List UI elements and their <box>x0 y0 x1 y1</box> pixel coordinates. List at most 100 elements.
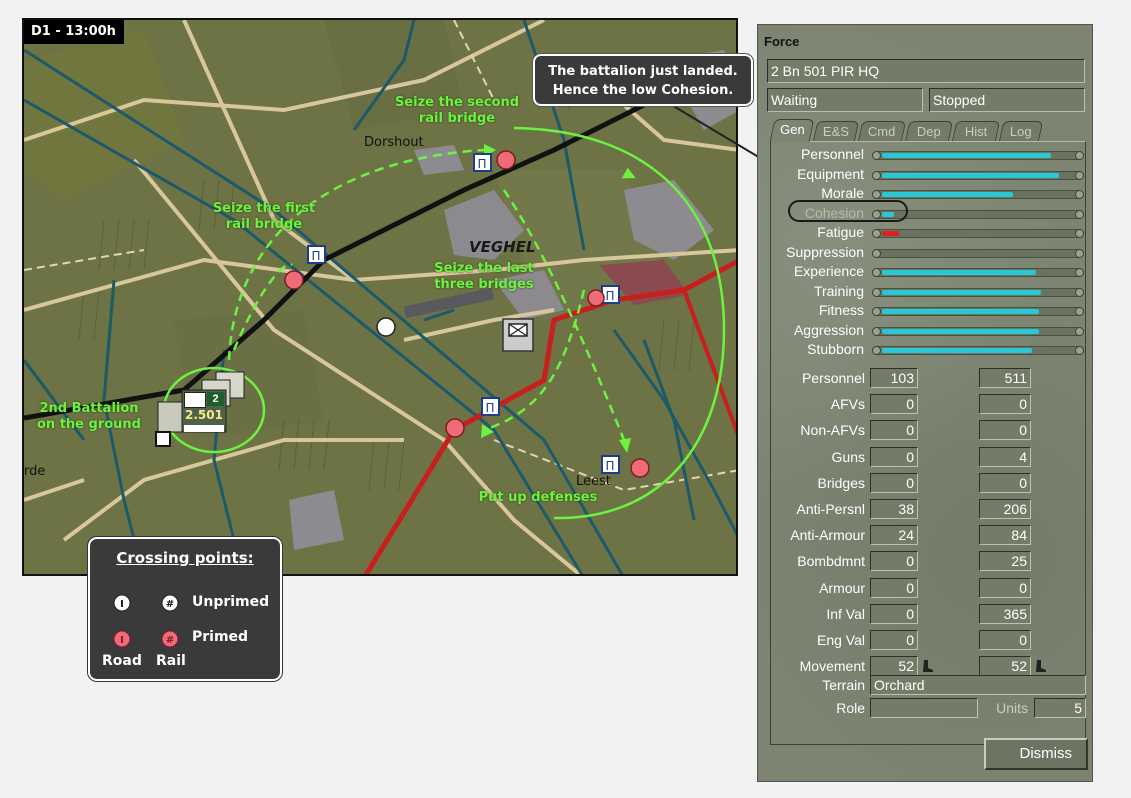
stat-label-nonafvs: Non-AFVs <box>800 422 865 439</box>
force-panel: Force 2 Bn 501 PIR HQ Waiting Stopped Ge… <box>757 24 1093 782</box>
stat-max: 84 <box>979 525 1031 546</box>
stat-current: 0 <box>870 420 918 441</box>
bar-aggression <box>872 326 1084 336</box>
tab-label: Dep <box>916 124 941 139</box>
bar-label-fatigue: Fatigue <box>817 224 864 240</box>
stat-current: 52 <box>870 656 918 677</box>
bar-end-knob <box>1075 287 1084 297</box>
bar-end-knob <box>1075 307 1084 316</box>
bar-end-knob <box>872 170 881 180</box>
legend-primed: Primed <box>192 629 249 645</box>
tab-hist[interactable]: Hist <box>951 121 1001 142</box>
bar-end-knob <box>872 307 881 316</box>
rail-primed-icon: # <box>161 630 179 648</box>
bar-experience <box>872 268 1084 277</box>
bar-label-equipment: Equipment <box>797 165 864 182</box>
bar-equipment <box>872 170 1084 180</box>
bar-suppression <box>872 248 1084 258</box>
stat-max: 52 <box>979 656 1031 677</box>
bar-fill <box>882 153 1051 158</box>
bar-fill <box>882 172 1059 178</box>
unit-name-field: 2 Bn 501 PIR HQ <box>767 59 1085 83</box>
bar-fill <box>882 270 1036 275</box>
bar-end-knob <box>1075 151 1084 160</box>
stat-label-guns: Guns <box>831 448 865 465</box>
bar-end-knob <box>872 229 881 238</box>
cohesion-highlight <box>788 200 908 222</box>
bar-fitness <box>872 307 1084 316</box>
bar-label-suppression: Suppression <box>786 243 864 260</box>
tab-label: Gen <box>779 122 805 137</box>
status-right-field: Stopped <box>929 88 1085 112</box>
svg-text:#: # <box>166 635 174 646</box>
stat-current: 0 <box>870 630 918 650</box>
stat-current: 0 <box>870 446 918 467</box>
stat-current: 38 <box>870 499 918 519</box>
stat-max: 25 <box>979 551 1031 572</box>
dismiss-button[interactable]: Dismiss <box>984 738 1088 770</box>
bar-personnel <box>872 151 1084 160</box>
stat-label-antiarmour: Anti-Armour <box>790 527 865 544</box>
cohesion-callout: The battalion just landed. Hence the low… <box>533 54 753 106</box>
crossing-points-legend: Crossing points: I # Unprimed I # Primed… <box>88 537 282 681</box>
tab-label: Log <box>1010 124 1032 139</box>
bar-label-stubborn: Stubborn <box>807 341 864 357</box>
stat-max: 511 <box>979 368 1031 388</box>
stat-max: 4 <box>979 446 1031 467</box>
bar-end-knob <box>872 346 881 355</box>
road-unprimed-icon: I <box>113 594 131 612</box>
tab-label: E&S <box>822 124 849 139</box>
bar-end-knob <box>1075 326 1084 336</box>
stat-label-afvs: AFVs <box>830 396 865 413</box>
tab-label: Cmd <box>868 124 896 139</box>
status-left-field: Waiting <box>767 88 923 112</box>
stat-max: 206 <box>979 499 1031 519</box>
stat-max: 0 <box>979 394 1031 415</box>
bar-end-knob <box>872 268 881 277</box>
stat-max: 0 <box>979 472 1031 493</box>
stat-current: 103 <box>870 368 918 388</box>
bar-fill <box>882 309 1040 314</box>
road-primed-icon: I <box>113 630 131 648</box>
panel-title: Force <box>764 34 800 49</box>
bar-end-knob <box>1075 268 1084 277</box>
role-label: Role <box>836 700 865 716</box>
stat-current: 0 <box>870 472 918 493</box>
stat-current: 24 <box>870 525 918 546</box>
svg-text:I: I <box>120 599 124 610</box>
tab-cmd[interactable]: Cmd <box>857 121 907 142</box>
terrain-label: Terrain <box>822 677 865 693</box>
bar-stubborn <box>872 346 1084 355</box>
legend-title: Crossing points: <box>116 549 254 567</box>
stat-label-bombdmnt: Bombdmnt <box>797 553 865 570</box>
boot-icon <box>1034 659 1047 673</box>
tab-es[interactable]: E&S <box>812 121 860 142</box>
tab-log[interactable]: Log <box>998 121 1044 142</box>
stat-current: 0 <box>870 577 918 598</box>
stat-max: 0 <box>979 630 1031 650</box>
stat-max: 0 <box>979 577 1031 598</box>
stat-label-infval: Inf Val <box>826 605 865 622</box>
bar-label-experience: Experience <box>793 263 864 279</box>
boot-icon <box>921 659 934 673</box>
stat-label-bridges: Bridges <box>817 474 865 491</box>
tab-gen[interactable]: Gen <box>769 119 815 142</box>
rail-unprimed-icon: # <box>161 594 179 612</box>
bar-morale <box>872 190 1084 199</box>
bar-end-knob <box>1075 248 1084 258</box>
bar-end-knob <box>1075 346 1084 355</box>
bar-fill <box>882 231 900 236</box>
tab-dep[interactable]: Dep <box>904 121 954 142</box>
bar-end-knob <box>1075 209 1084 219</box>
legend-unprimed: Unprimed <box>192 594 270 610</box>
stat-label-armour: Armour <box>819 579 865 596</box>
bar-end-knob <box>872 190 881 199</box>
bar-end-knob <box>1075 170 1084 180</box>
stat-max: 365 <box>979 603 1031 624</box>
tab-label: Hist <box>964 124 988 139</box>
units-value: 5 <box>1034 698 1086 718</box>
bar-label-personnel: Personnel <box>800 146 864 162</box>
bar-end-knob <box>1075 190 1084 199</box>
stat-current: 0 <box>870 394 918 415</box>
stat-label-personnel: Personnel <box>801 370 865 386</box>
